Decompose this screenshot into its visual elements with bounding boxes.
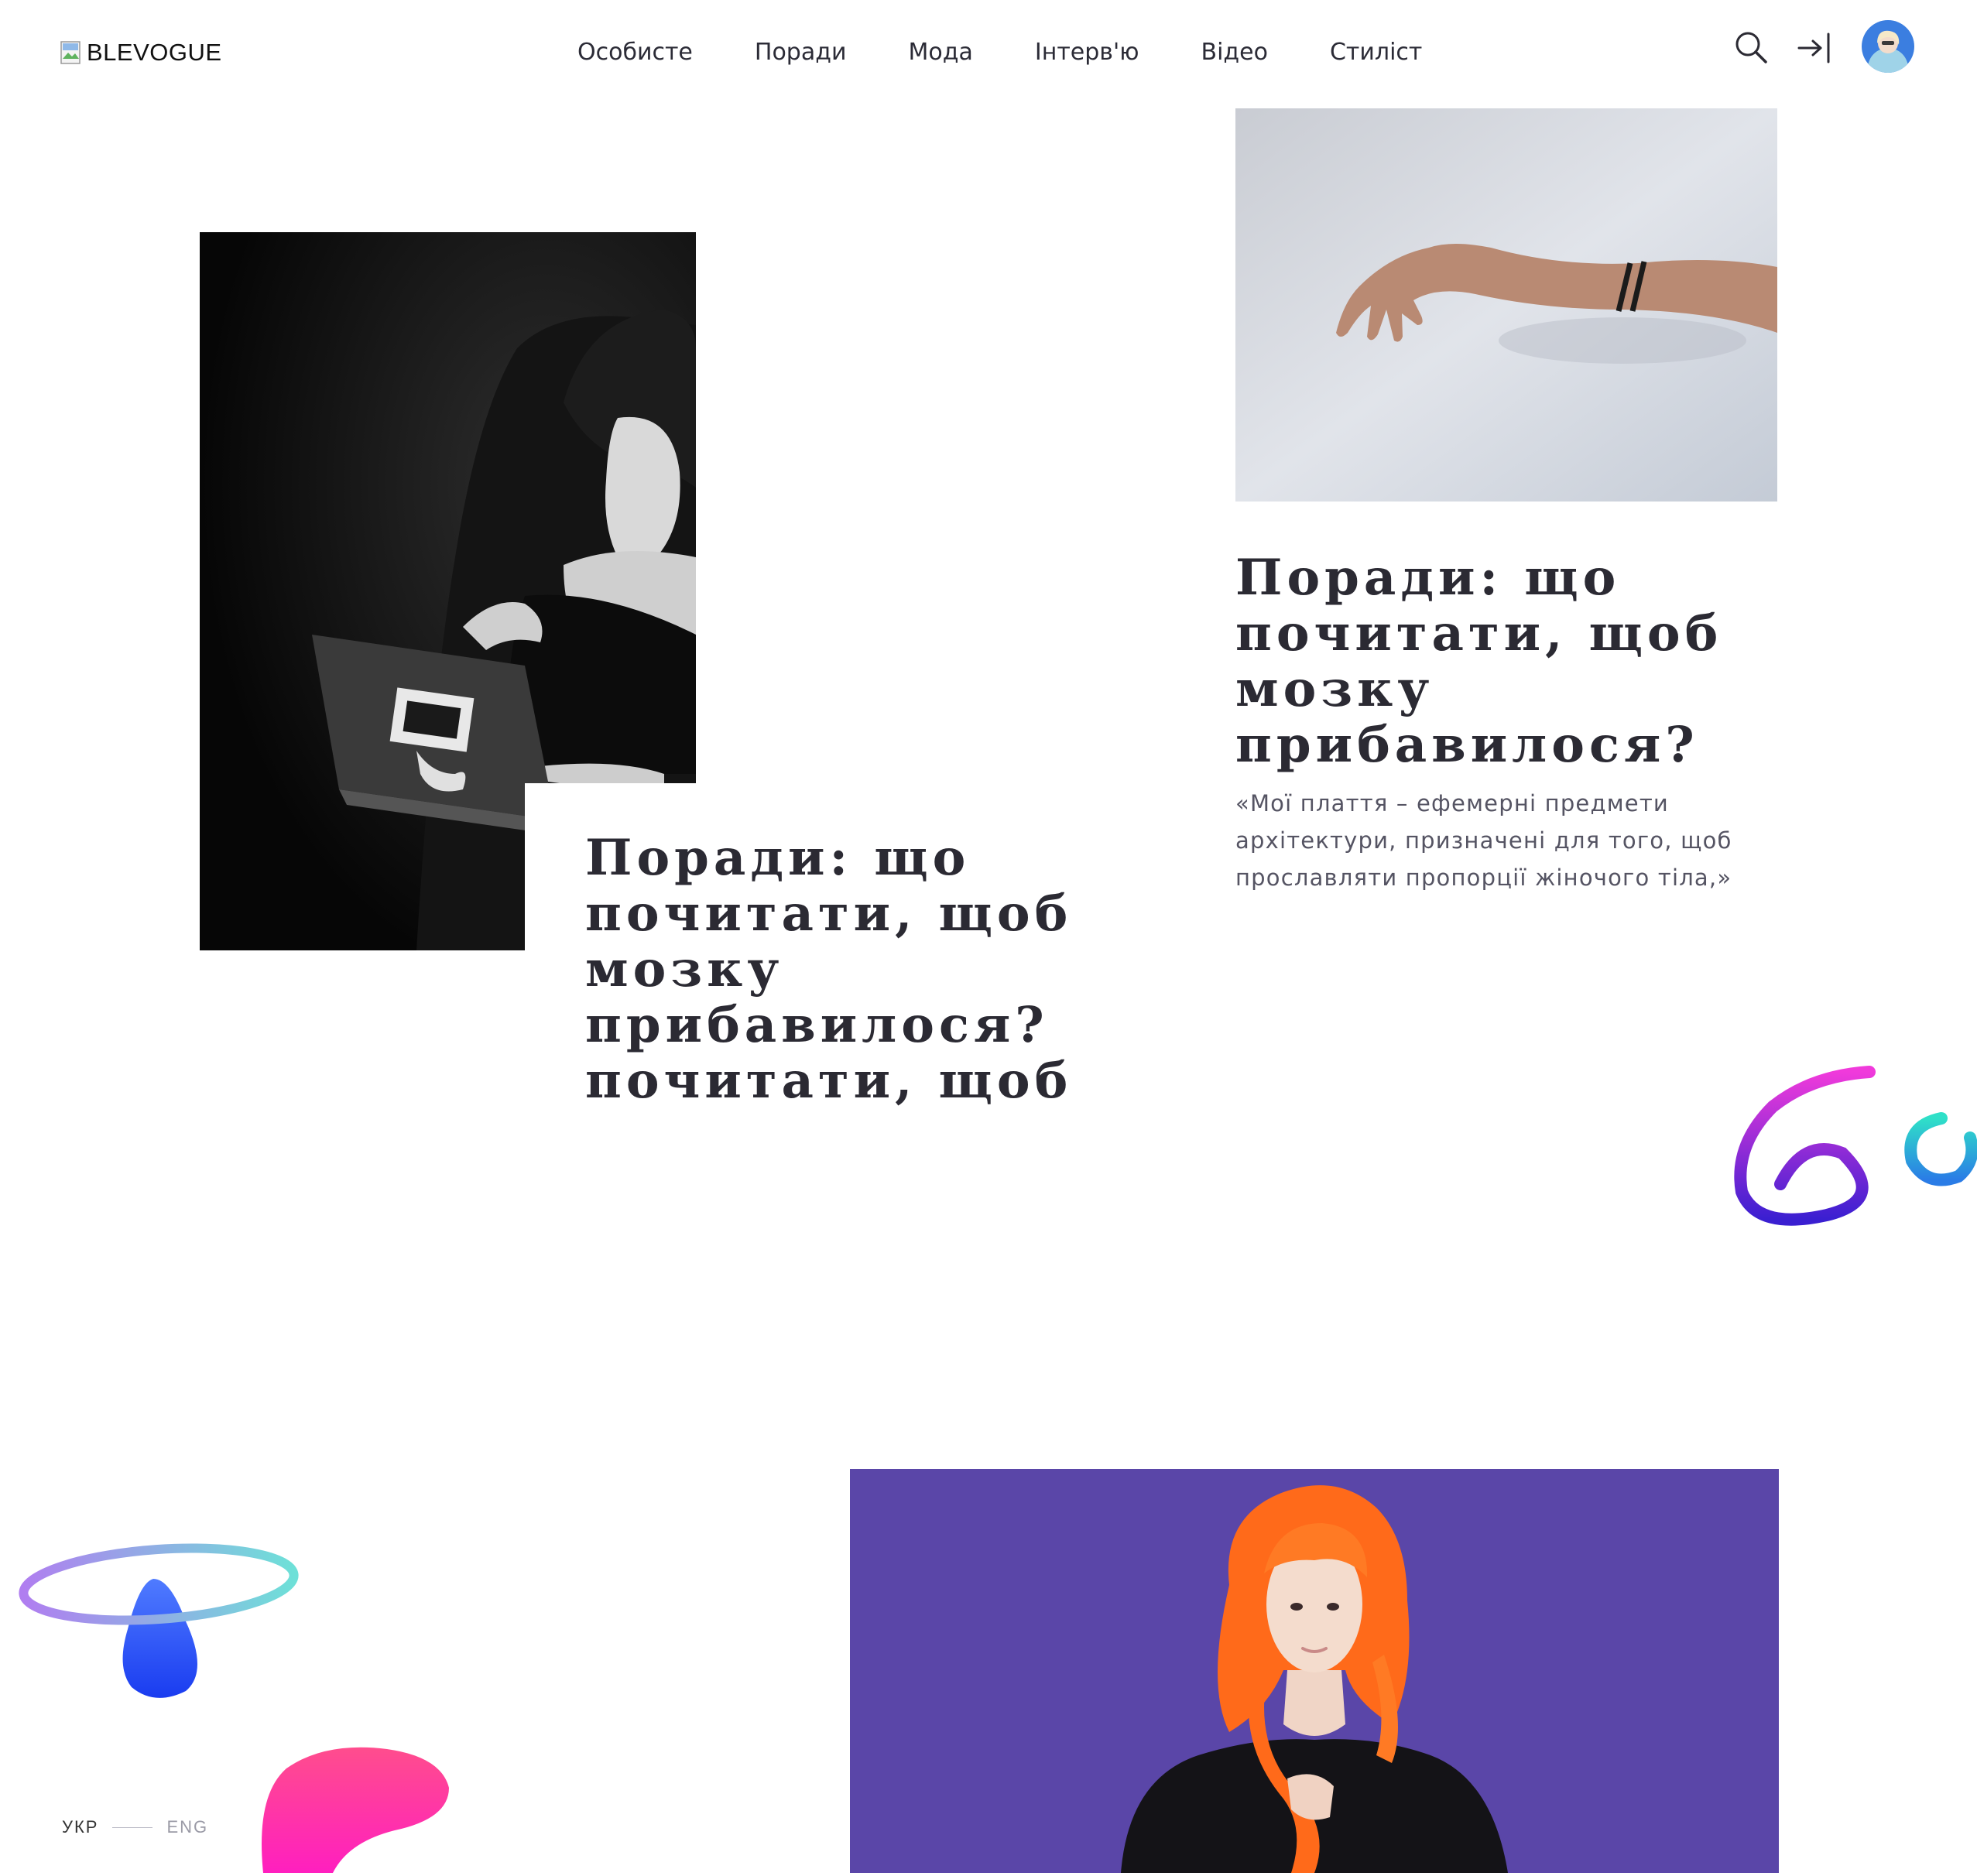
decorative-blob [255, 1741, 457, 1873]
article-title-line: почитати, щоб [585, 885, 1073, 943]
site-logo[interactable]: BLEVOGUE [60, 36, 222, 70]
logo-text: BLEVOGUE [87, 39, 222, 66]
article-lede-line: прославляти пропорції жіночого тіла,» [1235, 864, 1732, 891]
article-title-line: прибавилося? [585, 996, 1049, 1054]
article-lede-line: архітектури, призначені для того, щоб [1235, 827, 1732, 854]
article-title[interactable]: Поради: що почитати, щоб мозку прибавило… [1235, 550, 1777, 773]
article-title-line: мозку [1235, 660, 1434, 718]
article-title-line: почитати, щоб [1235, 604, 1723, 662]
decorative-squiggle [1687, 1060, 1977, 1246]
search-icon[interactable] [1731, 28, 1771, 68]
nav-item-interview[interactable]: Інтерв'ю [1035, 34, 1139, 71]
article-title[interactable]: Поради: що почитати, щоб мозку прибавило… [585, 830, 1081, 1109]
user-avatar[interactable] [1862, 20, 1914, 73]
article-title-line: мозку [585, 940, 784, 998]
lang-eng[interactable]: ENG [166, 1817, 208, 1837]
article-title-line: Поради: що [585, 829, 971, 887]
article-lede: «Мої плаття – ефемерні предмети архітект… [1235, 785, 1793, 896]
lang-ukr[interactable]: УКР [62, 1817, 98, 1837]
nav-item-video[interactable]: Відео [1201, 34, 1267, 71]
broken-image-icon [60, 39, 84, 67]
article-photo-arm[interactable] [1235, 108, 1777, 502]
main-nav: Особисте Поради Мода Інтерв'ю Відео Стил… [577, 34, 1484, 71]
article-title-line: Поради: що [1235, 549, 1621, 607]
article-lede-line: «Мої плаття – ефемерні предмети [1235, 790, 1669, 816]
nav-item-tips[interactable]: Поради [755, 34, 847, 71]
decorative-mushroom [15, 1536, 302, 1722]
lang-separator [112, 1826, 153, 1828]
article-title-line: прибавилося? [1235, 716, 1699, 774]
nav-item-stylist[interactable]: Стиліст [1330, 34, 1422, 71]
language-switcher: УКР ENG [62, 1817, 208, 1837]
nav-item-fashion[interactable]: Мода [908, 34, 972, 71]
article-photo-orange-hair[interactable] [850, 1469, 1779, 1873]
nav-item-personal[interactable]: Особисте [577, 34, 693, 71]
article-title-line: почитати, щоб [585, 1052, 1073, 1110]
login-icon[interactable] [1794, 28, 1835, 68]
